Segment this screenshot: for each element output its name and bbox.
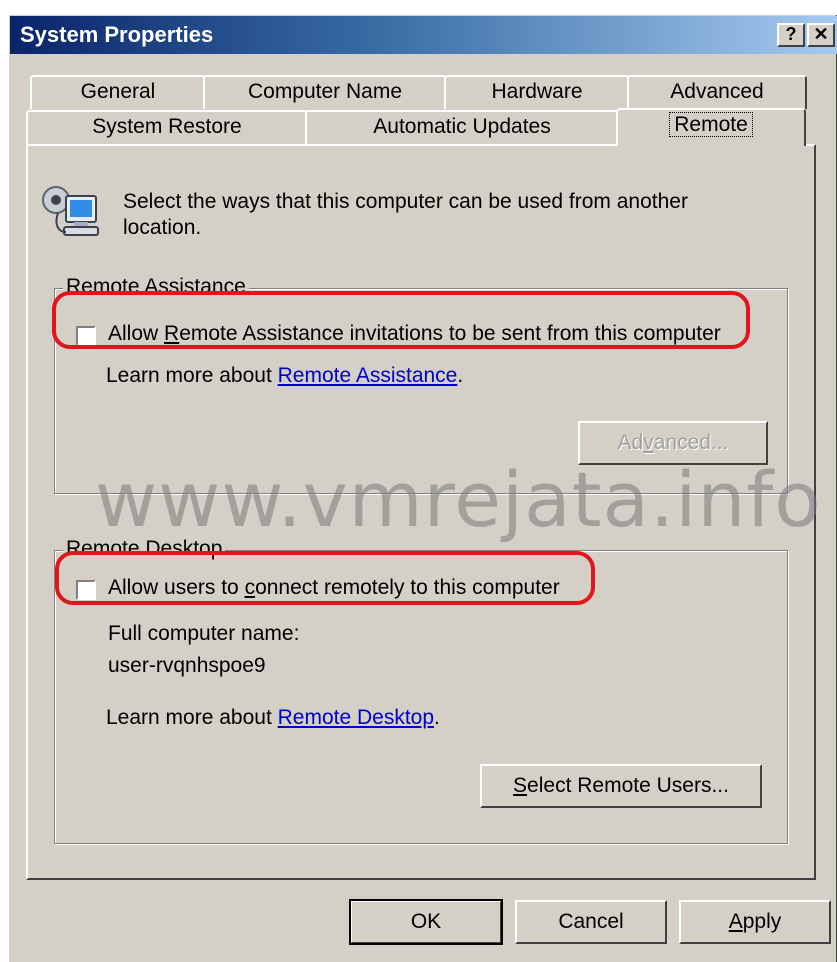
remote-desktop-checkbox-label[interactable]: Allow users to connect remotely to this … (108, 576, 560, 600)
remote-desktop-group-label: Remote Desktop (63, 537, 226, 561)
cancel-button[interactable]: Cancel (515, 900, 667, 944)
intro-text-line2: location. (123, 216, 202, 239)
tab-label: Hardware (491, 80, 583, 103)
full-computer-name-label: Full computer name: (108, 622, 300, 645)
tab-remote[interactable]: Remote (616, 108, 806, 146)
full-computer-name-value: user-rvqnhspoe9 (108, 654, 266, 677)
tab-system-restore[interactable]: System Restore (26, 110, 308, 144)
help-button[interactable]: ? (777, 23, 805, 47)
close-icon: ✕ (813, 24, 829, 44)
remote-assistance-link[interactable]: Remote Assistance (278, 364, 458, 387)
tab-label: Automatic Updates (373, 115, 551, 138)
tab-general[interactable]: General (30, 75, 206, 109)
tab-label: Computer Name (247, 80, 403, 103)
tab-computer-name[interactable]: Computer Name (203, 75, 447, 109)
remote-assistance-checkbox-label[interactable]: Allow Remote Assistance invitations to b… (108, 322, 721, 346)
tab-automatic-updates[interactable]: Automatic Updates (305, 110, 619, 144)
remote-desktop-link[interactable]: Remote Desktop (278, 706, 434, 729)
advanced-button[interactable]: Advanced... (578, 421, 768, 465)
apply-button[interactable]: Apply (679, 900, 831, 944)
computer-network-icon (40, 182, 102, 244)
help-icon: ? (785, 24, 797, 44)
remote-desktop-learn-more: Learn more about Remote Desktop. (106, 706, 440, 729)
tab-advanced[interactable]: Advanced (627, 75, 807, 109)
remote-assistance-learn-more: Learn more about Remote Assistance. (106, 364, 464, 387)
tab-label: Remote (669, 112, 753, 137)
tab-label: System Restore (92, 115, 242, 138)
system-properties-window: System Properties ? ✕ General Computer N… (8, 14, 837, 962)
tab-hardware[interactable]: Hardware (444, 75, 630, 109)
select-remote-users-button[interactable]: Select Remote Users... (480, 764, 762, 808)
remote-desktop-checkbox[interactable] (76, 580, 96, 600)
close-button[interactable]: ✕ (807, 23, 835, 47)
title-bar[interactable]: System Properties ? ✕ (10, 16, 837, 54)
tab-panel-remote: Select the ways that this computer can b… (26, 144, 816, 880)
tab-label: Advanced (670, 80, 764, 103)
tab-label: General (80, 80, 156, 103)
window-title: System Properties (20, 22, 214, 47)
remote-assistance-group-label: Remote Assistance (63, 275, 249, 299)
remote-assistance-checkbox[interactable] (76, 326, 96, 346)
ok-button[interactable]: OK (349, 899, 503, 945)
intro-text: Select the ways that this computer can b… (123, 190, 688, 213)
